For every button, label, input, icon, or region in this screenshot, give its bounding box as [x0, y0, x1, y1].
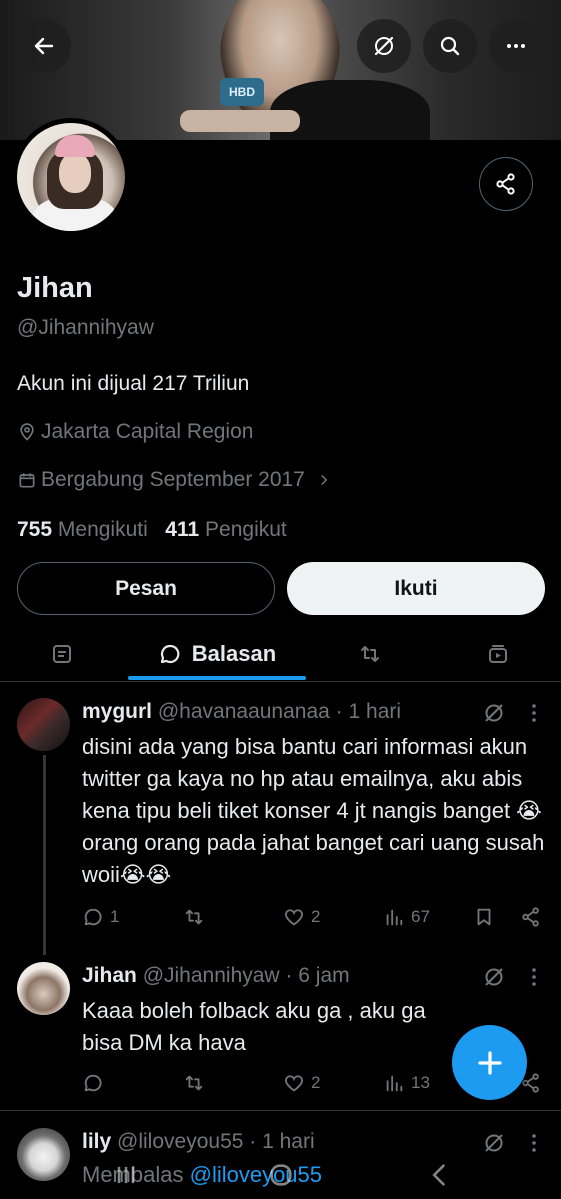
post-text: disini ada yang bisa bantu cari informas… [82, 734, 545, 887]
bookmark-action[interactable] [473, 906, 495, 928]
tab-replies-label: Balasan [191, 641, 277, 666]
heart-icon [284, 1075, 304, 1092]
post-text: Kaaa boleh folback aku ga , aku ga bisa … [82, 998, 426, 1055]
post-handle[interactable]: @Jihannihyaw [143, 964, 280, 987]
share-profile-button[interactable] [479, 157, 533, 211]
views-count: 13 [411, 1073, 430, 1092]
post-header: Jihan @Jihannihyaw · 6 jam [82, 964, 350, 988]
repost-action[interactable] [183, 906, 211, 928]
reply-count: 1 [110, 907, 120, 926]
like-action[interactable]: 2 [283, 906, 320, 928]
plus-icon [477, 1050, 502, 1075]
back-button[interactable] [17, 19, 71, 73]
more-icon [507, 44, 525, 48]
nav-recents[interactable] [106, 1156, 146, 1194]
compose-button[interactable] [452, 1025, 527, 1100]
system-nav-bar [0, 1150, 561, 1199]
tab-posts[interactable] [30, 626, 94, 682]
tab-media[interactable] [466, 626, 530, 682]
location-text: Jakarta Capital Region [41, 420, 254, 443]
back-arrow-icon [34, 37, 54, 55]
profile-bio: Akun ini dijual 217 Triliun [17, 372, 250, 395]
nav-back-icon [432, 1164, 445, 1186]
follow-button[interactable]: Ikuti [287, 562, 545, 615]
profile-name: Jihan [17, 272, 93, 304]
profile-location: Jakarta Capital Region [17, 420, 253, 444]
profile-handle: @Jihannihyaw [17, 316, 154, 339]
following-label: Mengikuti [57, 518, 148, 541]
profile-tabs: Balasan [0, 626, 561, 682]
post-avatar[interactable] [17, 962, 70, 1015]
repost-icon [185, 1075, 203, 1091]
tab-replies[interactable]: Balasan [128, 626, 306, 682]
recents-icon [117, 1166, 135, 1184]
post-author[interactable]: mygurl [82, 700, 152, 723]
share-icon [496, 173, 515, 195]
joined-text: Bergabung September 2017 [41, 468, 305, 491]
tab-reposts[interactable] [338, 626, 402, 682]
calendar-icon [19, 473, 35, 488]
reply-action[interactable]: 1 [82, 906, 119, 928]
like-count: 2 [311, 1073, 321, 1092]
follow-stats: 755 Mengikuti 411 Pengikut [17, 518, 287, 542]
grok-post-icon[interactable] [482, 965, 506, 989]
avatar-image [17, 123, 125, 231]
post-more-icon[interactable] [522, 701, 546, 725]
share-post-icon [522, 907, 539, 927]
posts-tab-icon [53, 645, 71, 663]
post-divider [0, 1110, 561, 1111]
grok-button[interactable] [357, 19, 411, 73]
thread-line [43, 755, 46, 955]
views-action[interactable]: 67 [383, 906, 430, 928]
followers-label: Pengikut [205, 518, 287, 541]
reply-action[interactable] [82, 1072, 110, 1094]
message-button[interactable]: Pesan [17, 562, 275, 615]
media-tab-icon [489, 645, 507, 663]
more-button[interactable] [489, 19, 543, 73]
reply-icon [84, 1074, 102, 1092]
grok-icon [374, 36, 394, 56]
repost-tab-icon [361, 646, 379, 662]
search-icon [440, 36, 460, 56]
views-count: 67 [411, 907, 430, 926]
reply-bubble-icon [160, 644, 180, 664]
active-tab-indicator [128, 676, 306, 680]
grok-post-icon[interactable] [482, 701, 506, 725]
views-icon [386, 909, 403, 926]
post-time: · 6 jam [285, 964, 350, 987]
like-count: 2 [311, 907, 321, 926]
post-avatar[interactable] [17, 698, 70, 751]
post-author[interactable]: Jihan [82, 964, 137, 987]
reply-icon [84, 908, 102, 926]
post-handle[interactable]: @havanaaunanaa [158, 700, 330, 723]
nav-home[interactable] [261, 1156, 301, 1194]
following-count: 755 [17, 518, 53, 541]
search-button[interactable] [423, 19, 477, 73]
banner-hands [180, 110, 300, 132]
post-header: mygurl @havanaaunanaa · 1 hari [82, 700, 401, 724]
post-time: · 1 hari [335, 700, 402, 723]
repost-action[interactable] [183, 1072, 211, 1094]
post-more-icon[interactable] [522, 965, 546, 989]
repost-icon [185, 909, 203, 925]
views-icon [386, 1075, 403, 1092]
banner-cake: HBD [220, 78, 264, 106]
profile-avatar[interactable] [12, 118, 130, 236]
chevron-right-icon [321, 474, 328, 486]
location-pin-icon [20, 423, 34, 441]
nav-back[interactable] [420, 1156, 460, 1194]
following-link[interactable]: 755 Mengikuti [17, 518, 148, 541]
home-icon [270, 1164, 292, 1186]
profile-joined[interactable]: Bergabung September 2017 [17, 468, 333, 492]
followers-link[interactable]: 411 Pengikut [165, 518, 286, 541]
share-action[interactable] [520, 906, 542, 928]
followers-count: 411 [165, 518, 200, 541]
heart-icon [284, 909, 304, 926]
like-action[interactable]: 2 [283, 1072, 320, 1094]
bookmark-icon [477, 908, 491, 926]
views-action[interactable]: 13 [383, 1072, 430, 1094]
